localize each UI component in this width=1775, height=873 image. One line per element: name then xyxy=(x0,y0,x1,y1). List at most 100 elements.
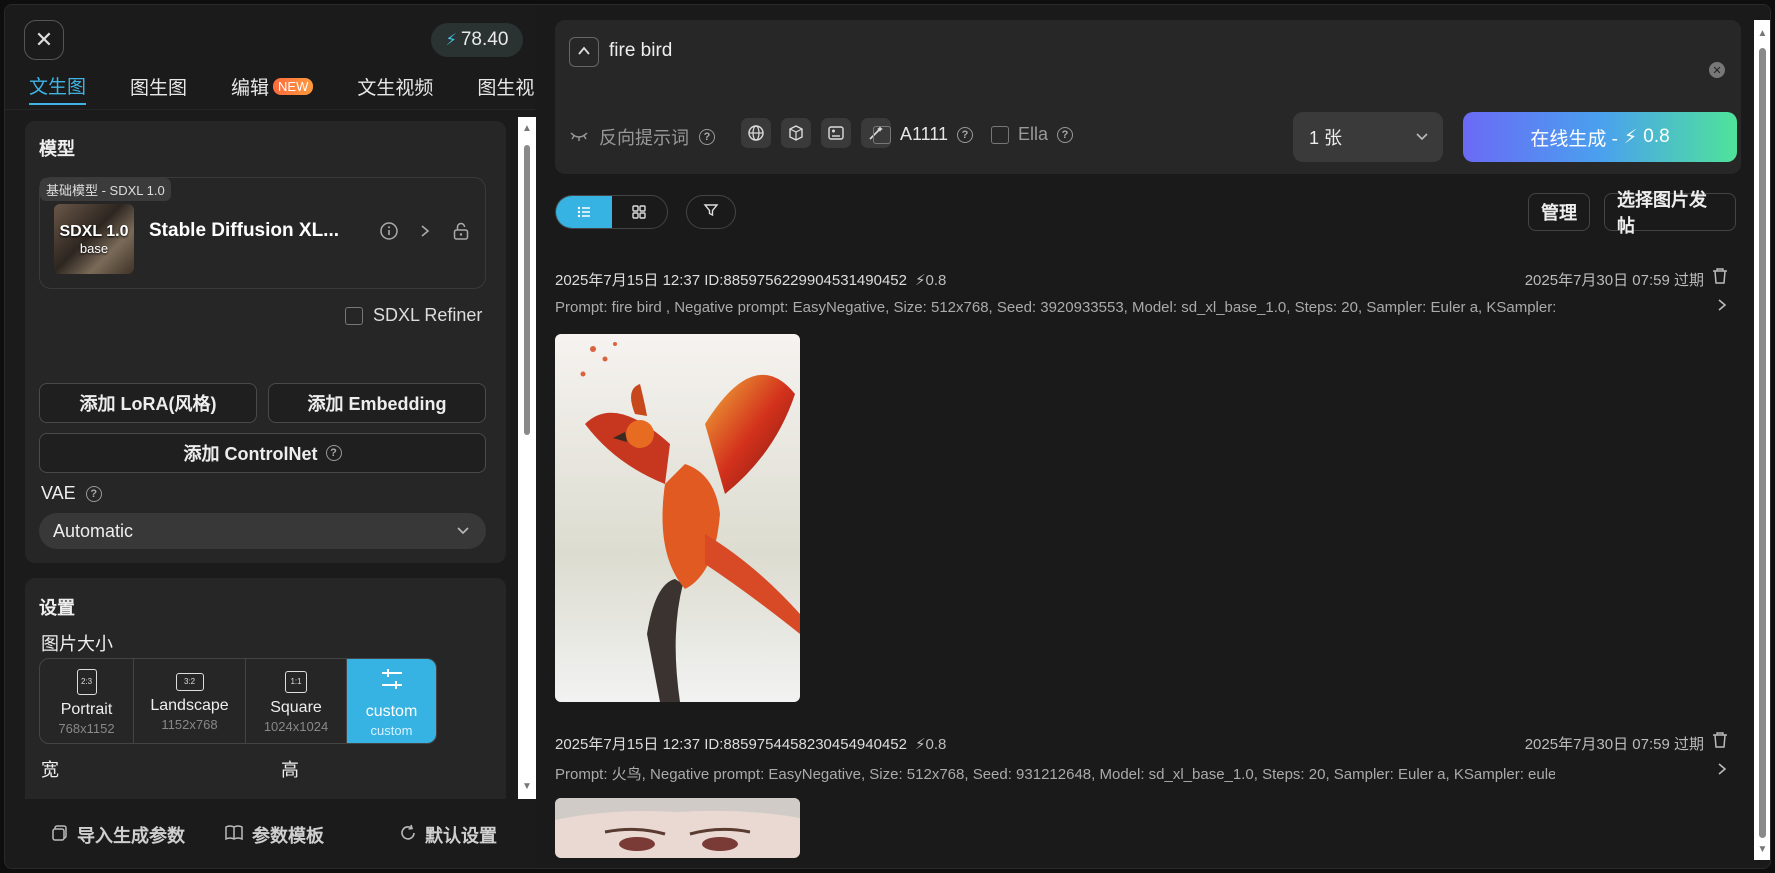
tab-text-to-video[interactable]: 文生视频 xyxy=(357,67,433,105)
scrollbar-thumb[interactable] xyxy=(524,145,530,435)
trash-icon[interactable] xyxy=(1712,267,1728,290)
scroll-up-arrow-icon[interactable]: ▲ xyxy=(1757,28,1768,39)
model-section-title: 模型 xyxy=(39,139,75,159)
chevron-right-icon[interactable] xyxy=(1716,761,1728,782)
import-params-button[interactable]: 导入生成参数 xyxy=(51,822,185,848)
image-count-value: 1 张 xyxy=(1309,128,1343,148)
model-selector[interactable]: SDXL 1.0 base 基础模型 - SDXL 1.0 Stable Dif… xyxy=(39,177,486,289)
scrollbar-thumb[interactable] xyxy=(1759,48,1766,838)
chevron-right-icon[interactable] xyxy=(1716,297,1728,318)
cube-icon[interactable] xyxy=(781,118,811,148)
landscape-ratio-icon: 3:2 xyxy=(175,672,204,691)
help-icon[interactable]: ? xyxy=(957,126,974,143)
info-icon[interactable] xyxy=(378,220,400,242)
left-bottom-bar: 导入生成参数 参数模板 默认设置 xyxy=(5,800,535,868)
size-option-landscape[interactable]: 3:2 Landscape 1152x768 xyxy=(134,659,246,743)
help-icon[interactable]: ? xyxy=(325,445,342,461)
unlock-icon[interactable] xyxy=(450,220,472,242)
settings-scroll-area: 模型 SDXL 1.0 base 基础模型 - SDXL 1.0 Stable … xyxy=(5,117,515,799)
record-prompt[interactable]: Prompt: fire bird , Negative prompt: Eas… xyxy=(555,299,1555,316)
record-cost: ⚡0.8 xyxy=(914,735,947,753)
param-template-label: 参数模板 xyxy=(252,826,324,846)
size-option-name: Landscape xyxy=(150,696,229,714)
size-option-custom[interactable]: custom custom xyxy=(347,659,436,743)
tabs-divider xyxy=(5,109,535,110)
add-lora-button[interactable]: 添加 LoRA(风格) xyxy=(39,383,257,423)
record-meta: 2025年7月15日 12:37 ID:88597544582304549404… xyxy=(555,733,946,754)
chevron-right-icon[interactable] xyxy=(414,220,436,242)
scroll-up-arrow-icon[interactable]: ▲ xyxy=(521,123,533,134)
generate-button[interactable]: 在线生成 - ⚡ 0.8 xyxy=(1463,112,1737,162)
size-option-dim: 768x1152 xyxy=(58,720,115,736)
select-post-button[interactable]: 选择图片发帖 xyxy=(1604,190,1736,236)
left-panel: ✕ ⚡ 78.40 文生图 图生图 编辑NEW 文生视频 图生视频 模型 SDX… xyxy=(5,5,536,868)
filter-icon xyxy=(703,202,719,222)
settings-card: 设置 图片大小 2:3 Portrait 768x1152 3:2 Landsc… xyxy=(25,578,506,799)
model-name: Stable Diffusion XL... xyxy=(149,220,340,241)
book-icon xyxy=(224,824,244,847)
tab-label: 文生视频 xyxy=(357,77,434,99)
prompt-tools xyxy=(741,118,891,148)
help-icon[interactable]: ? xyxy=(699,129,715,145)
tab-image-to-image[interactable]: 图生图 xyxy=(130,67,187,105)
add-controlnet-label: 添加 ControlNet xyxy=(183,444,318,464)
record-id: 2025年7月15日 12:37 ID:88597562299045314904… xyxy=(555,272,907,289)
left-scrollbar[interactable]: ▲ ▼ xyxy=(518,117,536,799)
param-template-button[interactable]: 参数模板 xyxy=(224,822,324,848)
model-thumbnail: SDXL 1.0 base xyxy=(54,204,134,274)
vae-value: Automatic xyxy=(53,520,134,541)
help-icon[interactable]: ? xyxy=(1057,126,1074,143)
record-expire: 2025年7月30日 07:59 过期 xyxy=(1524,272,1704,289)
vae-select[interactable]: Automatic xyxy=(39,513,486,549)
help-icon[interactable]: ? xyxy=(85,485,102,502)
list-view-icon[interactable] xyxy=(556,196,612,228)
model-tag: 基础模型 - SDXL 1.0 xyxy=(40,178,171,201)
collapse-button[interactable] xyxy=(569,37,599,67)
scroll-down-arrow-icon[interactable]: ▼ xyxy=(1757,844,1768,855)
size-option-portrait[interactable]: 2:3 Portrait 768x1152 xyxy=(40,659,134,743)
tab-edit[interactable]: 编辑 NEW xyxy=(231,67,314,105)
size-option-dim: 1024x1024 xyxy=(263,718,329,734)
model-card: 模型 SDXL 1.0 base 基础模型 - SDXL 1.0 Stable … xyxy=(25,121,506,563)
ella-label: Ella xyxy=(1018,124,1049,144)
chevron-up-icon xyxy=(577,44,591,61)
size-option-square[interactable]: 1:1 Square 1024x1024 xyxy=(246,659,347,743)
image-count-select[interactable]: 1 张 xyxy=(1293,112,1443,162)
tab-label: 图生图 xyxy=(130,77,188,99)
filter-button[interactable] xyxy=(686,195,736,229)
record-id: 2025年7月15日 12:37 ID:88597544582304549404… xyxy=(555,736,907,753)
generated-image-portrait[interactable] xyxy=(555,798,800,858)
add-controlnet-button[interactable]: 添加 ControlNet ? xyxy=(39,433,486,473)
sdxl-refiner-option[interactable]: SDXL Refiner xyxy=(345,305,482,326)
ella-checkbox[interactable] xyxy=(991,125,1009,144)
image-tag-icon[interactable] xyxy=(821,118,851,148)
view-toggle xyxy=(555,195,668,229)
record-prompt[interactable]: Prompt: 火鸟, Negative prompt: EasyNegativ… xyxy=(555,763,1555,784)
a1111-checkbox[interactable] xyxy=(873,125,891,144)
right-scrollbar[interactable]: ▲ ▼ xyxy=(1754,20,1770,860)
prompt-input[interactable]: fire bird xyxy=(609,40,672,62)
ella-option[interactable]: Ella ? xyxy=(991,124,1074,145)
prompt-box: fire bird ✕ 反向提示词 ? A1111 ? Ella ? 1 张 在… xyxy=(555,20,1741,174)
tab-label: 图生视频 xyxy=(477,77,535,99)
model-thumb-title: SDXL 1.0 xyxy=(59,222,129,240)
close-icon: ✕ xyxy=(34,27,54,52)
image-size-options: 2:3 Portrait 768x1152 3:2 Landscape 1152… xyxy=(39,658,437,744)
a1111-option[interactable]: A1111 ? xyxy=(873,124,974,145)
reset-default-button[interactable]: 默认设置 xyxy=(399,822,497,848)
generate-label: 在线生成 - xyxy=(1530,128,1618,150)
sdxl-refiner-checkbox[interactable] xyxy=(345,306,363,325)
tab-text-to-image[interactable]: 文生图 xyxy=(29,67,87,105)
manage-button[interactable]: 管理 xyxy=(1528,193,1590,231)
clear-prompt-icon[interactable]: ✕ xyxy=(1709,62,1725,78)
tab-image-to-video[interactable]: 图生视频 xyxy=(477,67,535,105)
scroll-down-arrow-icon[interactable]: ▼ xyxy=(521,781,533,792)
grid-view-icon[interactable] xyxy=(612,196,668,228)
globe-icon[interactable] xyxy=(741,118,771,148)
generated-image-phoenix[interactable] xyxy=(555,334,800,702)
negative-prompt-toggle[interactable]: 反向提示词 ? xyxy=(569,124,715,150)
close-button[interactable]: ✕ xyxy=(24,20,64,60)
trash-icon[interactable] xyxy=(1712,731,1728,754)
size-option-dim: 1152x768 xyxy=(161,716,218,732)
add-embedding-button[interactable]: 添加 Embedding xyxy=(268,383,486,423)
